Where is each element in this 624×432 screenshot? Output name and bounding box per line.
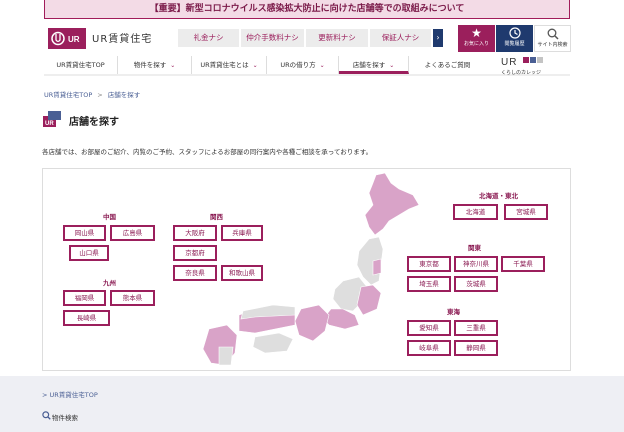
tag-no-renewal-fee[interactable]: 更新料ナシ	[306, 29, 368, 47]
tags-next-arrow[interactable]: ›	[433, 29, 443, 47]
nav-faq[interactable]: よくあるご質問	[409, 56, 486, 74]
map-shikoku	[252, 332, 294, 354]
pref-button-kyoto[interactable]: 京都府	[173, 245, 217, 261]
pref-button-fukuoka[interactable]: 福岡県	[63, 290, 106, 306]
pref-button-miyagi[interactable]: 宮城県	[504, 204, 548, 220]
tag-no-agent-fee[interactable]: 仲介手数料ナシ	[241, 29, 304, 47]
breadcrumb-current[interactable]: 店舗を探す	[108, 91, 141, 99]
pref-button-kanagawa[interactable]: 神奈川県	[454, 256, 498, 272]
page-title: 店舗を探す	[69, 117, 119, 128]
svg-text:UR: UR	[68, 35, 80, 44]
map-miyagi	[372, 258, 382, 276]
chevron-down-icon: ⌄	[319, 62, 325, 69]
ur-logo-icon: UR	[48, 28, 86, 49]
ur-logo[interactable]: UR	[48, 28, 86, 49]
region-title-kansai: 関西	[210, 213, 223, 221]
nav-find-property-label: 物件を探す	[133, 61, 167, 69]
clock-icon	[496, 27, 533, 41]
nav-find-property[interactable]: 物件を探す ⌄	[118, 56, 192, 74]
tag-no-guarantor[interactable]: 保証人ナシ	[370, 29, 431, 47]
pref-button-ibaraki[interactable]: 茨城県	[454, 276, 498, 292]
pref-button-nara[interactable]: 奈良県	[173, 265, 217, 281]
favorites-label: お気に入り	[463, 41, 489, 47]
tag-no-key-money[interactable]: 礼金ナシ	[178, 29, 239, 47]
svg-text:UR: UR	[45, 121, 54, 127]
svg-text:くらしのカレッジ: くらしのカレッジ	[501, 70, 541, 76]
pref-button-hyogo[interactable]: 兵庫県	[221, 225, 263, 241]
store-icon: UR	[42, 110, 62, 128]
nav-ur-top[interactable]: UR賃貸住宅TOP	[44, 56, 118, 74]
nav-how-to-rent[interactable]: URの借り方 ⌄	[267, 56, 339, 74]
pref-button-mie[interactable]: 三重県	[454, 320, 498, 336]
svg-text:UR: UR	[501, 57, 517, 68]
pref-button-chiba[interactable]: 千葉県	[501, 256, 545, 272]
chevron-down-icon: ⌄	[252, 62, 258, 69]
history-label: 閲覧履歴	[504, 41, 525, 47]
map-tokai	[322, 308, 360, 330]
pref-button-nagasaki[interactable]: 長崎県	[63, 310, 110, 326]
map-hokkaido	[364, 172, 420, 236]
footer-property-search-label[interactable]: 物件検索	[52, 412, 78, 422]
star-icon: ★	[471, 26, 482, 40]
pref-button-aichi[interactable]: 愛知県	[407, 320, 451, 336]
pref-button-saitama[interactable]: 埼玉県	[407, 276, 451, 292]
pref-button-hokkaido[interactable]: 北海道	[453, 204, 498, 220]
main-nav: UR賃貸住宅TOP 物件を探す ⌄ UR賃貸住宅とは ⌄ URの借り方 ⌄ 店舗を探す…	[44, 56, 570, 76]
pref-button-yamaguchi[interactable]: 山口県	[69, 245, 109, 261]
pref-button-okayama[interactable]: 岡山県	[63, 225, 106, 241]
nav-how-to-rent-label: URの借り方	[280, 61, 316, 69]
breadcrumb: UR賃貸住宅TOP > 店舗を探す	[44, 89, 140, 99]
region-title-chugoku: 中国	[103, 213, 116, 221]
pref-button-gifu[interactable]: 岐阜県	[407, 340, 451, 356]
favorites-button[interactable]: ★ お気に入り	[458, 25, 495, 52]
store-map: 中国 岡山県 広島県 山口県 九州 福岡県 熊本県 長崎県 関西 大阪府 兵庫県…	[42, 168, 571, 371]
footer-top-link[interactable]: > UR賃貸住宅TOP	[42, 389, 98, 399]
feature-tags: 礼金ナシ 仲介手数料ナシ 更新料ナシ 保証人ナシ ›	[178, 29, 443, 47]
site-name[interactable]: UR賃貸住宅	[92, 30, 152, 45]
pref-button-tokyo[interactable]: 東京都	[407, 256, 451, 272]
region-title-kyushu: 九州	[103, 279, 116, 287]
important-notice-banner[interactable]: 【重要】新型コロナウイルス感染拡大防止に向けた店舗等での取組みについて	[44, 0, 570, 19]
search-icon	[42, 411, 51, 422]
chevron-down-icon: ⌄	[389, 62, 395, 69]
nav-about-ur-label: UR賃貸住宅とは	[200, 61, 249, 69]
pref-button-hiroshima[interactable]: 広島県	[110, 225, 155, 241]
breadcrumb-separator: >	[97, 91, 103, 99]
site-search-label: サイト内検索	[537, 42, 568, 48]
pref-button-osaka[interactable]: 大阪府	[173, 225, 217, 241]
map-kansai	[294, 304, 330, 342]
nav-faq-label: よくあるご質問	[424, 61, 471, 69]
kurashi-college-logo[interactable]: UR くらしのカレッジ	[499, 54, 554, 76]
history-button[interactable]: 閲覧履歴	[496, 25, 533, 52]
search-icon	[535, 28, 570, 42]
nav-ur-top-label: UR賃貸住宅TOP	[56, 61, 105, 69]
pref-button-kumamoto[interactable]: 熊本県	[110, 290, 155, 306]
nav-find-store[interactable]: 店舗を探す ⌄	[339, 56, 409, 74]
site-search-button[interactable]: サイト内検索	[534, 25, 571, 52]
region-title-kanto: 関東	[468, 244, 481, 252]
page-description: 各店舗では、お部屋のご紹介、内覧のご予約、スタッフによるお部屋の同行案内や各種ご…	[42, 148, 373, 156]
chevron-down-icon: ⌄	[170, 62, 176, 69]
footer: > UR賃貸住宅TOP 物件検索	[0, 376, 624, 432]
nav-about-ur[interactable]: UR賃貸住宅とは ⌄	[192, 56, 267, 74]
pref-button-wakayama[interactable]: 和歌山県	[221, 265, 263, 281]
map-kyushu-south	[218, 346, 234, 366]
pref-button-shizuoka[interactable]: 静岡県	[454, 340, 498, 356]
map-kanto	[356, 284, 382, 316]
region-title-tokai: 東海	[447, 308, 460, 316]
region-title-hokkaido-tohoku: 北海道・東北	[479, 192, 518, 200]
nav-find-store-label: 店舗を探す	[352, 61, 386, 69]
breadcrumb-home-link[interactable]: UR賃貸住宅TOP	[44, 91, 92, 99]
